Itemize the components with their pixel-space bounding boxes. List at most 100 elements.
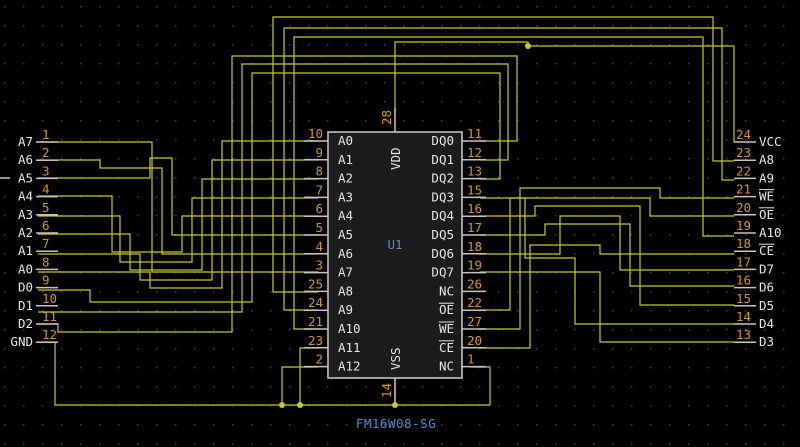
grid-dot: [156, 253, 158, 255]
grid-dot: [593, 6, 595, 8]
net-label: D1: [18, 298, 33, 313]
grid-dot: [251, 329, 253, 331]
grid-dot: [118, 82, 120, 84]
net-label: D4: [759, 316, 774, 331]
grid-dot: [156, 443, 158, 445]
grid-dot: [688, 405, 690, 407]
grid-dot: [289, 196, 291, 198]
grid-dot: [555, 177, 557, 179]
grid-dot: [118, 196, 120, 198]
net-label: D2: [18, 316, 33, 331]
grid-dot: [251, 443, 253, 445]
grid-dot: [194, 310, 196, 312]
grid-dot: [650, 177, 652, 179]
grid-dot: [384, 25, 386, 27]
net-label: D6: [759, 280, 774, 295]
grid-dot: [555, 120, 557, 122]
grid-dot: [156, 424, 158, 426]
grid-dot: [308, 386, 310, 388]
grid-dot: [631, 291, 633, 293]
grid-dot: [23, 367, 25, 369]
ic-pin-number: 5: [315, 220, 323, 235]
grid-dot: [593, 158, 595, 160]
grid-dot: [327, 424, 329, 426]
connector-pin-number: 10: [42, 291, 57, 306]
grid-dot: [593, 253, 595, 255]
grid-dot: [574, 234, 576, 236]
grid-dot: [99, 63, 101, 65]
grid-dot: [631, 120, 633, 122]
grid-dot: [194, 63, 196, 65]
grid-dot: [213, 101, 215, 103]
connector-pin-number: 21: [736, 182, 751, 197]
grid-dot: [650, 272, 652, 274]
connector-pin-number: 9: [42, 273, 50, 288]
grid-dot: [707, 6, 709, 8]
connector-pin-number: 24: [736, 127, 751, 142]
grid-dot: [61, 310, 63, 312]
grid-dot: [726, 120, 728, 122]
grid-dot: [745, 82, 747, 84]
grid-dot: [555, 234, 557, 236]
grid-dot: [764, 25, 766, 27]
ic-pin-number: 26: [467, 276, 482, 291]
grid-dot: [707, 44, 709, 46]
grid-dot: [42, 386, 44, 388]
grid-dot: [726, 196, 728, 198]
connector-pin-number: 16: [736, 273, 751, 288]
grid-dot: [593, 25, 595, 27]
grid-dot: [536, 367, 538, 369]
grid-dot: [612, 329, 614, 331]
grid-dot: [612, 424, 614, 426]
grid-dot: [175, 25, 177, 27]
grid-dot: [631, 272, 633, 274]
grid-dot: [764, 424, 766, 426]
grid-dot: [631, 44, 633, 46]
grid-dot: [194, 177, 196, 179]
ic-pin-number: 27: [467, 314, 482, 329]
grid-dot: [612, 291, 614, 293]
grid-dot: [707, 158, 709, 160]
connector-pin-number: 8: [42, 254, 50, 269]
grid-dot: [327, 44, 329, 46]
grid-dot: [612, 272, 614, 274]
grid-dot: [726, 443, 728, 445]
grid-dot: [536, 443, 538, 445]
grid-dot: [270, 120, 272, 122]
grid-dot: [327, 101, 329, 103]
ic-pin-name: DQ7: [431, 265, 454, 280]
grid-dot: [4, 329, 6, 331]
grid-dot: [536, 120, 538, 122]
grid-dot: [593, 310, 595, 312]
ic-top-pin-name: VDD: [388, 147, 403, 170]
grid-dot: [42, 82, 44, 84]
grid-dot: [4, 367, 6, 369]
grid-dot: [612, 367, 614, 369]
grid-dot: [669, 348, 671, 350]
grid-dot: [726, 348, 728, 350]
grid-dot: [156, 101, 158, 103]
net-label: A2: [18, 225, 33, 240]
grid-dot: [517, 405, 519, 407]
grid-dot: [783, 120, 785, 122]
grid-dot: [555, 63, 557, 65]
grid-dot: [251, 6, 253, 8]
connector-pin-number: 6: [42, 218, 50, 233]
grid-dot: [688, 63, 690, 65]
net-label: D5: [759, 298, 774, 313]
grid-dot: [80, 158, 82, 160]
grid-dot: [593, 44, 595, 46]
grid-dot: [555, 139, 557, 141]
ic-pin-name: WE: [439, 321, 454, 336]
grid-dot: [441, 25, 443, 27]
grid-dot: [99, 82, 101, 84]
grid-dot: [327, 6, 329, 8]
grid-dot: [194, 348, 196, 350]
grid-dot: [156, 348, 158, 350]
grid-dot: [99, 291, 101, 293]
ic-pin-number: 20: [467, 333, 482, 348]
grid-dot: [555, 158, 557, 160]
grid-dot: [289, 82, 291, 84]
grid-dot: [308, 6, 310, 8]
grid-dot: [783, 158, 785, 160]
